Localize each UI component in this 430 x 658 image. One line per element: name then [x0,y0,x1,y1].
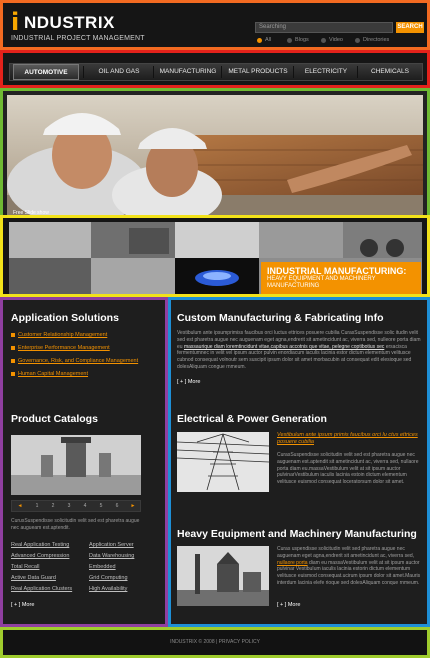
search-input[interactable]: Searching [255,22,393,33]
pager-page[interactable]: 4 [80,501,90,511]
catalog-link[interactable]: Real Application Testing [11,542,69,548]
radio-label: Video [329,37,343,43]
bullet-icon [11,359,15,363]
page: i NDUSTRIX INDUSTRIAL PROJECT MANAGEMENT… [0,0,430,658]
tagline: INDUSTRIAL PROJECT MANAGEMENT [11,35,145,42]
electrical-text: CurasSuspendisse solicitudin velit sed e… [277,452,419,486]
list-item[interactable]: Human Capital Management [11,369,88,379]
nav-item-electricity[interactable]: ELECTRICITY [295,64,357,80]
list-item-label: Human Capital Management [18,371,89,377]
nav-divider [357,66,358,78]
main-content: Custom Manufacturing & Fabricating Info … [168,297,430,627]
list-item-label: Governance, Risk, and Compliance Managem… [18,358,139,364]
prev-arrow-icon[interactable]: ◄ [15,501,25,511]
left-sidebar: Application Solutions Customer Relations… [0,297,168,627]
list-item-label: Enterprise Performance Management [18,345,110,351]
next-arrow-icon[interactable]: ► [128,501,138,511]
nav-item-oil-and-gas[interactable]: OIL AND GAS [85,64,153,80]
pager-page[interactable]: 6 [112,501,122,511]
nav-item-chemicals[interactable]: CHEMICALS [359,64,421,80]
custom-mfg-title: Custom Manufacturing & Fabricating Info [177,312,384,324]
strip-banner[interactable]: INDUSTRIAL MANUFACTURING: HEAVY EQUIPMEN… [261,262,421,294]
more-link[interactable]: [ + ] More [11,602,34,608]
radio-label: Blogs [295,37,309,43]
nav-item-automotive[interactable]: AUTOMOTIVE [13,64,79,80]
list-item[interactable]: Enterprise Performance Management [11,343,110,353]
catalog-link[interactable]: Advanced Compression [11,553,69,559]
catalog-pager: ◄ 1 2 3 4 5 6 ► [11,500,141,512]
logo[interactable]: i NDUSTRIX INDUSTRIAL PROJECT MANAGEMENT [11,9,161,45]
catalog-link[interactable]: Embedded [89,564,116,570]
bullet-icon [11,372,15,376]
radio-blogs[interactable]: Blogs [287,36,309,44]
nav-divider [221,66,222,78]
catalog-image[interactable] [11,435,141,495]
list-item[interactable]: Governance, Risk, and Compliance Managem… [11,356,138,366]
footer-text[interactable]: INDUSTRIX © 2008 | PRIVACY POLICY [3,639,427,645]
electrical-link[interactable]: Vestibulum ante ipsum primis faucibus or… [277,432,421,446]
hero-slideshow: Free Slide show [0,88,430,218]
body-text: Curas uspendisse solicitudin velit sed p… [277,546,415,559]
radio-dot-icon [355,38,360,43]
catalog-link[interactable]: Active Data Guard [11,575,56,581]
radio-dot-icon [287,38,292,43]
catalog-link[interactable]: High Availability [89,586,127,592]
catalog-link[interactable]: Real Application Clusters [11,586,72,592]
radio-dot-icon [321,38,326,43]
applications-title: Application Solutions [11,312,119,324]
list-item-label: Customer Relationship Management [18,332,108,338]
logo-word: NDUSTRIX [24,13,115,32]
footer: INDUSTRIX © 2008 | PRIVACY POLICY [0,627,430,658]
heavy-text: Curas uspendisse solicitudin velit sed p… [277,546,423,587]
highlight-link[interactable]: massaurique diam loremtincidunt vitae,ca… [184,344,384,350]
nav-divider [153,66,154,78]
list-item[interactable]: Customer Relationship Management [11,330,107,340]
logo-letter: i [11,8,20,36]
search-options: All Blogs Video Directories [257,36,427,44]
catalog-link[interactable]: Application Server [89,542,134,548]
radio-directories[interactable]: Directories [355,36,389,44]
radio-label: Directories [363,37,390,43]
strip-subtitle: HEAVY EQUIPMENT AND MACHINERY [267,276,376,282]
heavy-title: Heavy Equipment and Machinery Manufactur… [177,528,417,540]
catalog-link[interactable]: Grid Computing [89,575,128,581]
catalog-link[interactable]: Data Warehousing [89,553,134,559]
electrical-image[interactable] [177,432,269,492]
more-link[interactable]: [ + ] More [277,602,300,608]
search-button[interactable]: SEARCH [396,22,424,33]
radio-dot-icon [257,38,262,43]
nav-item-manufacturing[interactable]: MANUFACTURING [155,64,221,80]
hero-image[interactable] [7,95,423,215]
heavy-image[interactable] [177,546,269,606]
nav-divider [83,66,84,78]
custom-mfg-text: Vestibulum ante ipsumprimiss faucibus or… [177,330,421,371]
search-area: Searching SEARCH All Blogs Video Directo… [255,22,425,47]
catalogs-title: Product Catalogs [11,413,98,425]
strip-subtitle: MANUFACTURING [267,283,320,289]
pager-page[interactable]: 1 [32,501,42,511]
bullet-icon [11,346,15,350]
radio-label: All [265,37,272,43]
catalog-link[interactable]: Total Recall [11,564,39,570]
pager-page[interactable]: 2 [48,501,58,511]
pager-page[interactable]: 5 [96,501,106,511]
radio-video[interactable]: Video [321,36,343,44]
strip-title: INDUSTRIAL MANUFACTURING: [267,266,407,276]
pager-page[interactable]: 3 [64,501,74,511]
nav-item-metal-products[interactable]: METAL PRODUCTS [223,64,293,80]
highlight-link[interactable]: nullaore porta [277,560,308,566]
more-link[interactable]: [ + ] More [177,379,200,385]
header: i NDUSTRIX INDUSTRIAL PROJECT MANAGEMENT… [0,0,430,50]
catalog-caption: CurusSuspendisse solicitudin velit sed e… [11,518,140,531]
nav-divider [293,66,294,78]
nav-bar: AUTOMOTIVE OIL AND GAS MANUFACTURING MET… [9,63,423,81]
bullet-icon [11,333,15,337]
electrical-title: Electrical & Power Generation [177,413,327,425]
main-navigation: AUTOMOTIVE OIL AND GAS MANUFACTURING MET… [0,50,430,88]
radio-all[interactable]: All [257,36,271,44]
thumbnail-strip: INDUSTRIAL MANUFACTURING: HEAVY EQUIPMEN… [0,215,430,297]
